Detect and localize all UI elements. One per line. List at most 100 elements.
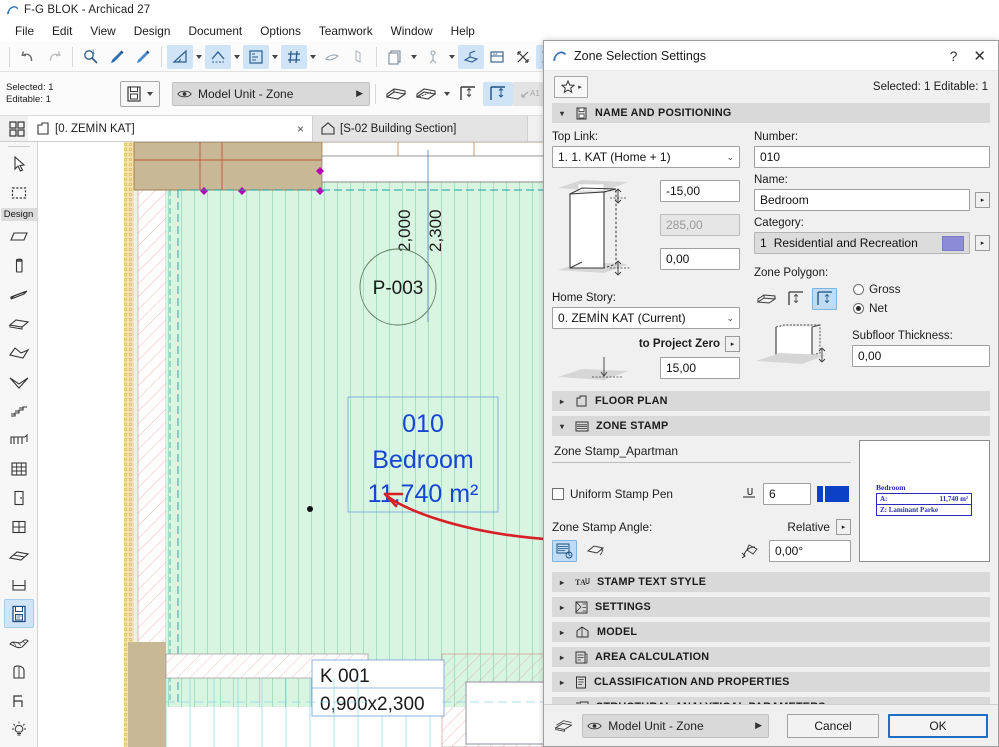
- shell-tool-icon[interactable]: [4, 367, 34, 396]
- name-input[interactable]: Bedroom: [754, 189, 970, 211]
- menu-item-help[interactable]: Help: [442, 21, 484, 41]
- zone-polygon-manual-icon[interactable]: [754, 288, 779, 310]
- layer-selector[interactable]: Model Unit - Zone ▶: [172, 81, 370, 106]
- section-header-structural-analytical-parameters[interactable]: ▸ STRUCTURAL ANALYTICAL PARAMETERS: [552, 697, 990, 704]
- home-story-select[interactable]: 0. ZEMİN KAT (Current) ⌄: [552, 307, 740, 329]
- marquee-select-icon[interactable]: 1: [78, 45, 104, 69]
- project-zero-arrow[interactable]: ▸: [725, 336, 740, 352]
- category-color-swatch[interactable]: [942, 235, 964, 251]
- top-link-select[interactable]: 1. 1. KAT (Home + 1) ⌄: [552, 146, 740, 168]
- chevron-down-icon[interactable]: ⌄: [726, 152, 734, 163]
- object-tool-icon[interactable]: [4, 686, 34, 715]
- pen-number-input[interactable]: 6: [763, 483, 811, 505]
- stamp-angle-fixed-icon[interactable]: [552, 540, 577, 562]
- dialog-layer-selector[interactable]: Model Unit - Zone ▶: [582, 713, 769, 738]
- zone-inner-edge-icon[interactable]: [453, 82, 483, 106]
- railing-tool-icon[interactable]: [4, 425, 34, 454]
- twisty-icon[interactable]: ▸: [560, 678, 568, 687]
- chevron-down-icon[interactable]: [231, 45, 243, 69]
- eyedropper-icon[interactable]: [104, 45, 130, 69]
- syringe-icon[interactable]: [130, 45, 156, 69]
- menu-item-view[interactable]: View: [81, 21, 124, 41]
- chevron-down-icon[interactable]: [446, 45, 458, 69]
- measure-angle-icon[interactable]: [167, 44, 193, 69]
- close-icon[interactable]: ✕: [967, 47, 992, 65]
- redo-icon[interactable]: [41, 45, 67, 69]
- net-radio[interactable]: Net: [853, 301, 900, 315]
- section-header-area-calculation[interactable]: ▸ AREA CALCULATION: [552, 647, 990, 667]
- tab-floor-plan[interactable]: [0. ZEMİN KAT] ×: [28, 116, 313, 141]
- help-icon[interactable]: ?: [940, 48, 968, 64]
- section-header-model[interactable]: ▸ MODEL: [552, 622, 990, 642]
- zone-magic-wand-icon[interactable]: [411, 82, 441, 106]
- favorites-button[interactable]: ▸: [554, 76, 588, 98]
- section-header-floor-plan[interactable]: ▸ FLOOR PLAN: [552, 391, 990, 411]
- zone-polygonal-icon[interactable]: [381, 82, 411, 106]
- dimension-icon[interactable]: 12: [484, 45, 510, 69]
- bottom-offset-input[interactable]: 0,00: [660, 248, 740, 270]
- twisty-icon[interactable]: ▸: [560, 603, 568, 612]
- menu-item-document[interactable]: Document: [179, 21, 251, 41]
- undo-icon[interactable]: [15, 45, 41, 69]
- stamp-angle-rotate-icon[interactable]: [583, 540, 608, 562]
- twisty-icon[interactable]: ▾: [560, 109, 568, 118]
- chevron-down-icon[interactable]: [144, 82, 156, 106]
- zone-polygon-inner-edge-icon[interactable]: [783, 288, 808, 310]
- door-tool-icon[interactable]: [4, 483, 34, 512]
- zone-reference-line-icon[interactable]: [483, 81, 513, 106]
- slab-tool-icon[interactable]: [4, 309, 34, 338]
- menu-item-file[interactable]: File: [6, 21, 43, 41]
- section-header-settings[interactable]: ▸ SETTINGS: [552, 597, 990, 617]
- mesh-tool-icon[interactable]: [4, 628, 34, 657]
- layers-icon[interactable]: [382, 45, 408, 69]
- figure-scale-icon[interactable]: [420, 45, 446, 69]
- chevron-down-icon[interactable]: ⌄: [726, 313, 734, 324]
- twisty-icon[interactable]: ▾: [560, 422, 568, 431]
- marquee-3d-icon[interactable]: [510, 45, 536, 69]
- menu-item-window[interactable]: Window: [382, 21, 442, 41]
- window-tool-icon[interactable]: [4, 512, 34, 541]
- snap-guide-icon[interactable]: [243, 44, 269, 69]
- chevron-down-icon[interactable]: [193, 45, 205, 69]
- twisty-icon[interactable]: ▸: [560, 397, 568, 406]
- marquee-tool-icon[interactable]: [4, 178, 34, 207]
- menu-item-design[interactable]: Design: [125, 21, 180, 41]
- subfloor-thickness-input[interactable]: 0,00: [852, 345, 990, 367]
- arrow-tool-icon[interactable]: [4, 149, 34, 178]
- chevron-down-icon[interactable]: [441, 82, 453, 106]
- section-header-zone-stamp[interactable]: ▾ ZONE STAMP: [552, 416, 990, 436]
- stamp-name-field[interactable]: Zone Stamp_Apartman: [552, 440, 851, 463]
- zone-polygon-reference-line-icon[interactable]: [812, 287, 837, 310]
- name-arrow[interactable]: ▸: [975, 192, 990, 208]
- column-tool-icon[interactable]: [4, 251, 34, 280]
- twisty-icon[interactable]: ▸: [560, 653, 568, 662]
- menu-item-options[interactable]: Options: [251, 21, 310, 41]
- category-input[interactable]: 1 Residential and Recreation: [754, 232, 970, 254]
- curtain-wall-tool-icon[interactable]: [4, 454, 34, 483]
- relative-arrow[interactable]: ▸: [836, 519, 851, 535]
- tab-building-section[interactable]: [S-02 Building Section]: [313, 116, 528, 141]
- twisty-icon[interactable]: ▸: [560, 578, 568, 587]
- chevron-down-icon[interactable]: [269, 45, 281, 69]
- snap-point-icon[interactable]: [205, 44, 231, 69]
- category-arrow[interactable]: ▸: [975, 235, 990, 251]
- morph-tool-icon[interactable]: [4, 657, 34, 686]
- section-header-stamp-text-style[interactable]: ▸ TA STAMP TEXT STYLE: [552, 572, 990, 592]
- wall-tool-icon[interactable]: [4, 222, 34, 251]
- section-header-classification-and-properties[interactable]: ▸ CLASSIFICATION AND PROPERTIES: [552, 672, 990, 692]
- zone-favorite-button[interactable]: [120, 80, 160, 107]
- ok-button[interactable]: OK: [888, 713, 988, 738]
- roof-tool-icon[interactable]: [4, 338, 34, 367]
- wall-opening-tool-icon[interactable]: [4, 570, 34, 599]
- gross-radio[interactable]: Gross: [853, 282, 900, 296]
- tab-grid-icon[interactable]: [0, 116, 28, 141]
- number-input[interactable]: 010: [754, 146, 990, 168]
- chevron-down-icon[interactable]: [307, 45, 319, 69]
- chevron-down-icon[interactable]: [408, 45, 420, 69]
- zone-tool-icon[interactable]: [3, 599, 34, 628]
- skylight-tool-icon[interactable]: [4, 541, 34, 570]
- grid-snap-icon[interactable]: [281, 44, 307, 69]
- close-icon[interactable]: ×: [283, 122, 304, 136]
- favorites-arrow[interactable]: ▸: [578, 83, 582, 91]
- uniform-stamp-pen-checkbox[interactable]: [552, 488, 564, 500]
